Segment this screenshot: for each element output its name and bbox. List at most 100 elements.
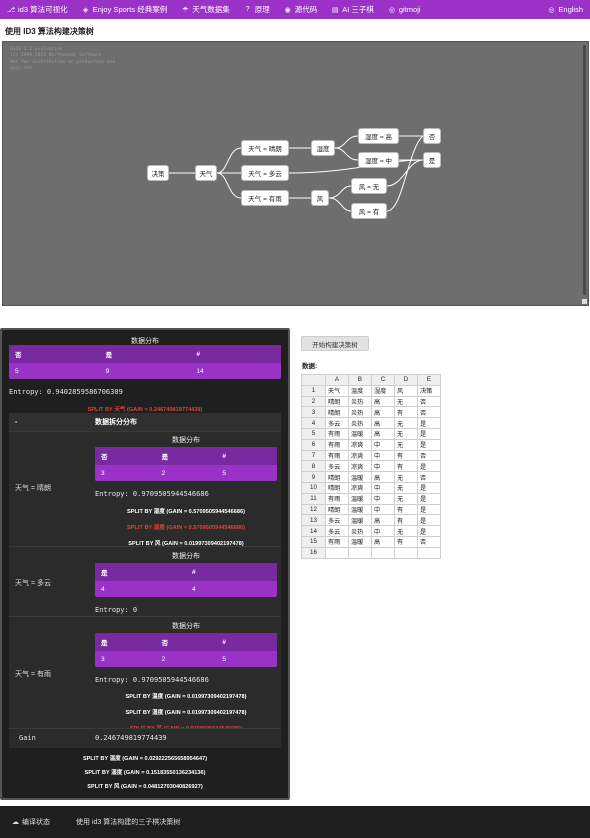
table-cell[interactable]: 有雨 bbox=[325, 427, 349, 440]
table-cell[interactable]: 决策 bbox=[417, 384, 441, 397]
table-cell[interactable]: 有 bbox=[394, 514, 418, 527]
column-header[interactable]: D bbox=[394, 374, 418, 386]
table-cell[interactable]: 炎热 bbox=[348, 406, 372, 419]
table-cell[interactable]: 炎热 bbox=[348, 417, 372, 429]
table-cell[interactable]: 有 bbox=[394, 406, 418, 419]
column-header[interactable]: B bbox=[348, 374, 372, 386]
node-humidity[interactable]: 湿度 bbox=[311, 140, 335, 156]
row-number[interactable]: 12 bbox=[301, 503, 326, 516]
table-cell[interactable]: 多云 bbox=[325, 514, 349, 527]
table-cell[interactable]: 温暖 bbox=[348, 492, 372, 505]
canvas-scrollbar[interactable] bbox=[583, 45, 586, 295]
table-cell[interactable]: 是 bbox=[417, 492, 441, 505]
row-number[interactable]: 4 bbox=[301, 417, 326, 429]
table-cell[interactable]: 否 bbox=[417, 395, 441, 408]
table-cell[interactable]: 多云 bbox=[325, 460, 349, 473]
table-cell[interactable]: 晴朗 bbox=[325, 503, 349, 516]
node-weather[interactable]: 天气 bbox=[195, 165, 217, 181]
table-cell[interactable]: 有 bbox=[394, 460, 418, 473]
table-cell[interactable]: 高 bbox=[371, 417, 395, 429]
start-build-button[interactable]: 开始构建决策树 bbox=[301, 336, 369, 351]
table-cell[interactable]: 无 bbox=[394, 417, 418, 429]
row-number[interactable]: 16 bbox=[301, 546, 326, 559]
node-yes[interactable]: 是 bbox=[423, 152, 441, 168]
node-wind-none[interactable]: 风 = 无 bbox=[351, 178, 387, 194]
table-cell[interactable]: 中 bbox=[371, 503, 395, 516]
table-cell[interactable] bbox=[348, 546, 372, 559]
table-cell[interactable]: 是 bbox=[417, 427, 441, 440]
row-number[interactable]: 5 bbox=[301, 427, 326, 440]
table-cell[interactable] bbox=[417, 546, 441, 559]
table-cell[interactable]: 是 bbox=[417, 481, 441, 494]
decision-tree-canvas[interactable]: GoJS 2.2 evaluation (c) 1998-2022 Northw… bbox=[2, 41, 589, 306]
table-cell[interactable]: 有雨 bbox=[325, 449, 349, 462]
node-humidity-high[interactable]: 湿度 = 高 bbox=[358, 128, 399, 144]
nav-source[interactable]: ◉ 源代码 bbox=[277, 4, 325, 15]
table-cell[interactable]: 是 bbox=[417, 514, 441, 527]
table-cell[interactable]: 是 bbox=[417, 438, 441, 451]
table-cell[interactable]: 温暖 bbox=[348, 503, 372, 516]
table-cell[interactable]: 温度 bbox=[348, 384, 372, 397]
row-number[interactable]: 15 bbox=[301, 535, 326, 548]
table-cell[interactable]: 无 bbox=[394, 471, 418, 483]
table-cell[interactable] bbox=[394, 546, 418, 559]
node-decision[interactable]: 决策 bbox=[147, 165, 169, 181]
data-spreadsheet[interactable]: A B C D E 1 天气 温度 湿度风决策 2 晴朗 炎热高无否 3 晴朗 炎热高有否 4 多云炎… bbox=[301, 374, 441, 559]
node-wind[interactable]: 风 bbox=[311, 190, 329, 206]
node-wind-yes[interactable]: 风 = 有 bbox=[351, 203, 387, 219]
column-header[interactable]: A bbox=[325, 374, 349, 386]
nav-weather-dataset[interactable]: ☂ 天气数据集 bbox=[174, 4, 237, 15]
column-header[interactable]: C bbox=[371, 374, 395, 386]
table-cell[interactable]: 高 bbox=[371, 514, 395, 527]
table-cell[interactable]: 凉爽 bbox=[348, 449, 372, 462]
table-cell[interactable]: 中 bbox=[371, 525, 395, 537]
table-cell[interactable]: 凉爽 bbox=[348, 481, 372, 494]
table-cell[interactable]: 是 bbox=[417, 525, 441, 537]
column-header[interactable]: E bbox=[417, 374, 441, 386]
table-cell[interactable]: 有 bbox=[394, 449, 418, 462]
node-weather-sunny[interactable]: 天气 = 晴朗 bbox=[241, 140, 289, 156]
table-cell[interactable]: 温暖 bbox=[348, 471, 372, 483]
table-cell[interactable]: 无 bbox=[394, 525, 418, 537]
table-cell[interactable]: 有雨 bbox=[325, 492, 349, 505]
table-cell[interactable]: 高 bbox=[371, 406, 395, 419]
table-cell[interactable]: 无 bbox=[394, 438, 418, 451]
table-cell[interactable]: 炎热 bbox=[348, 395, 372, 408]
table-cell[interactable]: 否 bbox=[417, 406, 441, 419]
table-cell[interactable]: 多云 bbox=[325, 525, 349, 537]
collapse-dash[interactable]: - bbox=[9, 419, 95, 426]
table-cell[interactable]: 天气 bbox=[325, 384, 349, 397]
row-number[interactable]: 2 bbox=[301, 395, 326, 408]
table-cell[interactable]: 有 bbox=[394, 535, 418, 548]
table-cell[interactable]: 有 bbox=[394, 503, 418, 516]
table-cell[interactable]: 晴朗 bbox=[325, 471, 349, 483]
table-cell[interactable]: 有雨 bbox=[325, 535, 349, 548]
table-cell[interactable]: 有雨 bbox=[325, 438, 349, 451]
table-cell[interactable]: 晴朗 bbox=[325, 481, 349, 494]
row-number[interactable]: 9 bbox=[301, 471, 326, 483]
table-cell[interactable]: 凉爽 bbox=[348, 438, 372, 451]
nav-gitmoji[interactable]: ◎ gitmoji bbox=[381, 5, 428, 14]
table-cell[interactable]: 中 bbox=[371, 438, 395, 451]
table-cell[interactable]: 晴朗 bbox=[325, 406, 349, 419]
table-cell[interactable] bbox=[325, 546, 349, 559]
table-cell[interactable]: 温暖 bbox=[348, 514, 372, 527]
row-number[interactable]: 13 bbox=[301, 514, 326, 527]
table-cell[interactable]: 无 bbox=[394, 492, 418, 505]
row-number[interactable]: 11 bbox=[301, 492, 326, 505]
table-cell[interactable]: 中 bbox=[371, 492, 395, 505]
table-cell[interactable]: 高 bbox=[371, 535, 395, 548]
table-cell[interactable]: 无 bbox=[394, 427, 418, 440]
table-cell[interactable]: 是 bbox=[417, 503, 441, 516]
table-cell[interactable]: 否 bbox=[417, 449, 441, 462]
node-no[interactable]: 否 bbox=[423, 128, 441, 144]
node-weather-rainy[interactable]: 天气 = 有雨 bbox=[241, 190, 289, 206]
build-status[interactable]: ☁ 编译状态 bbox=[0, 817, 50, 827]
nav-id3[interactable]: ⎇ id3 算法可视化 bbox=[0, 4, 75, 15]
table-cell[interactable]: 炎热 bbox=[348, 525, 372, 537]
table-cell[interactable]: 无 bbox=[394, 481, 418, 494]
table-cell[interactable]: 温暖 bbox=[348, 535, 372, 548]
table-cell[interactable]: 高 bbox=[371, 471, 395, 483]
row-number[interactable]: 7 bbox=[301, 449, 326, 462]
table-cell[interactable]: 否 bbox=[417, 535, 441, 548]
